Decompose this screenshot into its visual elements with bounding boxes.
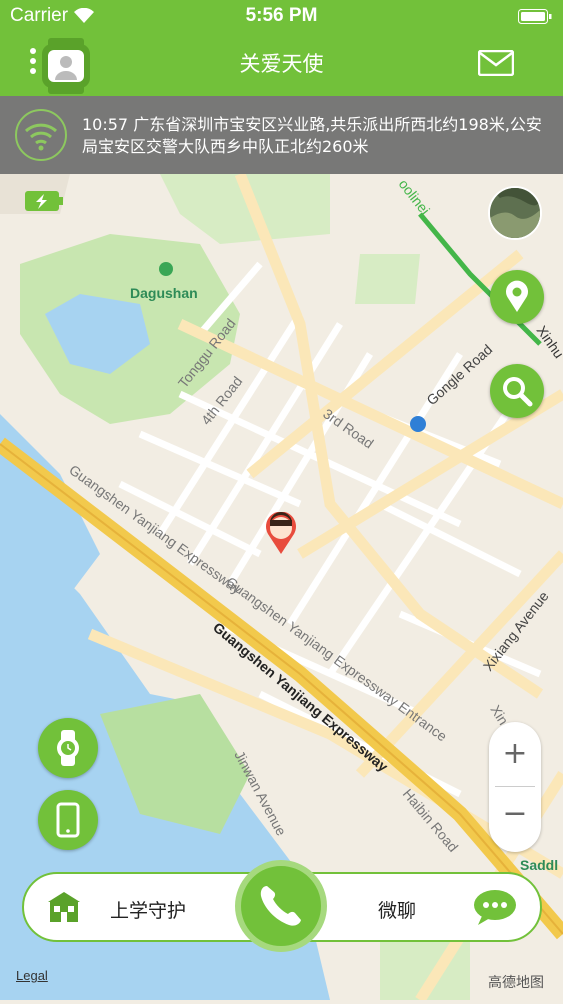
watch-battery-indicator [24,190,64,212]
nav-bar: 关爱天使 [0,32,563,96]
zoom-divider [495,786,535,787]
watch-icon [57,730,79,766]
location-notice: 10:57 广东省深圳市宝安区兴业路,共乐派出所西北约198米,公安局宝安区交警… [0,96,563,174]
zoom-in-button[interactable]: + [489,736,541,772]
school-icon [48,892,80,922]
watch-button[interactable] [38,718,98,778]
map-label-saddl: Saddl [520,857,558,873]
search-icon [503,377,533,407]
battery-charging-icon [25,191,63,211]
status-time: 5:56 PM [245,5,318,26]
chat-label: 微聊 [378,900,417,922]
locate-button[interactable] [490,270,544,324]
map-pin-icon [506,280,528,312]
phone-handset-icon [260,886,301,926]
wifi-signal-icon [15,109,67,161]
search-button[interactable] [490,364,544,418]
legal-link[interactable]: Legal [16,968,48,983]
map-provider-logo: 高德地图 [488,975,544,991]
envelope-icon [477,49,515,77]
aerial-photo-icon [490,188,540,238]
chat-bubble-icon [474,890,516,925]
zoom-control: + − [489,722,541,852]
school-guard-button[interactable]: 上学守护 [44,874,234,940]
status-bar: Carrier 5:56 PM [0,0,563,32]
battery-icon [518,9,552,24]
school-guard-label: 上学守护 [110,900,187,922]
zoom-out-button[interactable]: − [489,796,541,832]
street-view-button[interactable] [488,186,542,240]
location-pin-icon [266,511,296,554]
location-notice-text: 10:57 广东省深圳市宝安区兴业路,共乐派出所西北约198米,公安局宝安区交警… [82,115,542,156]
phone-button[interactable] [38,790,98,850]
park-icon [159,262,173,276]
call-button[interactable] [235,860,327,952]
child-location-pin[interactable] [264,511,298,556]
bus-stop-icon [410,416,426,432]
map-label-park: Dagushan [130,285,198,301]
messages-button[interactable] [477,49,515,77]
smartphone-icon [56,802,80,838]
chat-button[interactable]: 微聊 [354,874,534,940]
